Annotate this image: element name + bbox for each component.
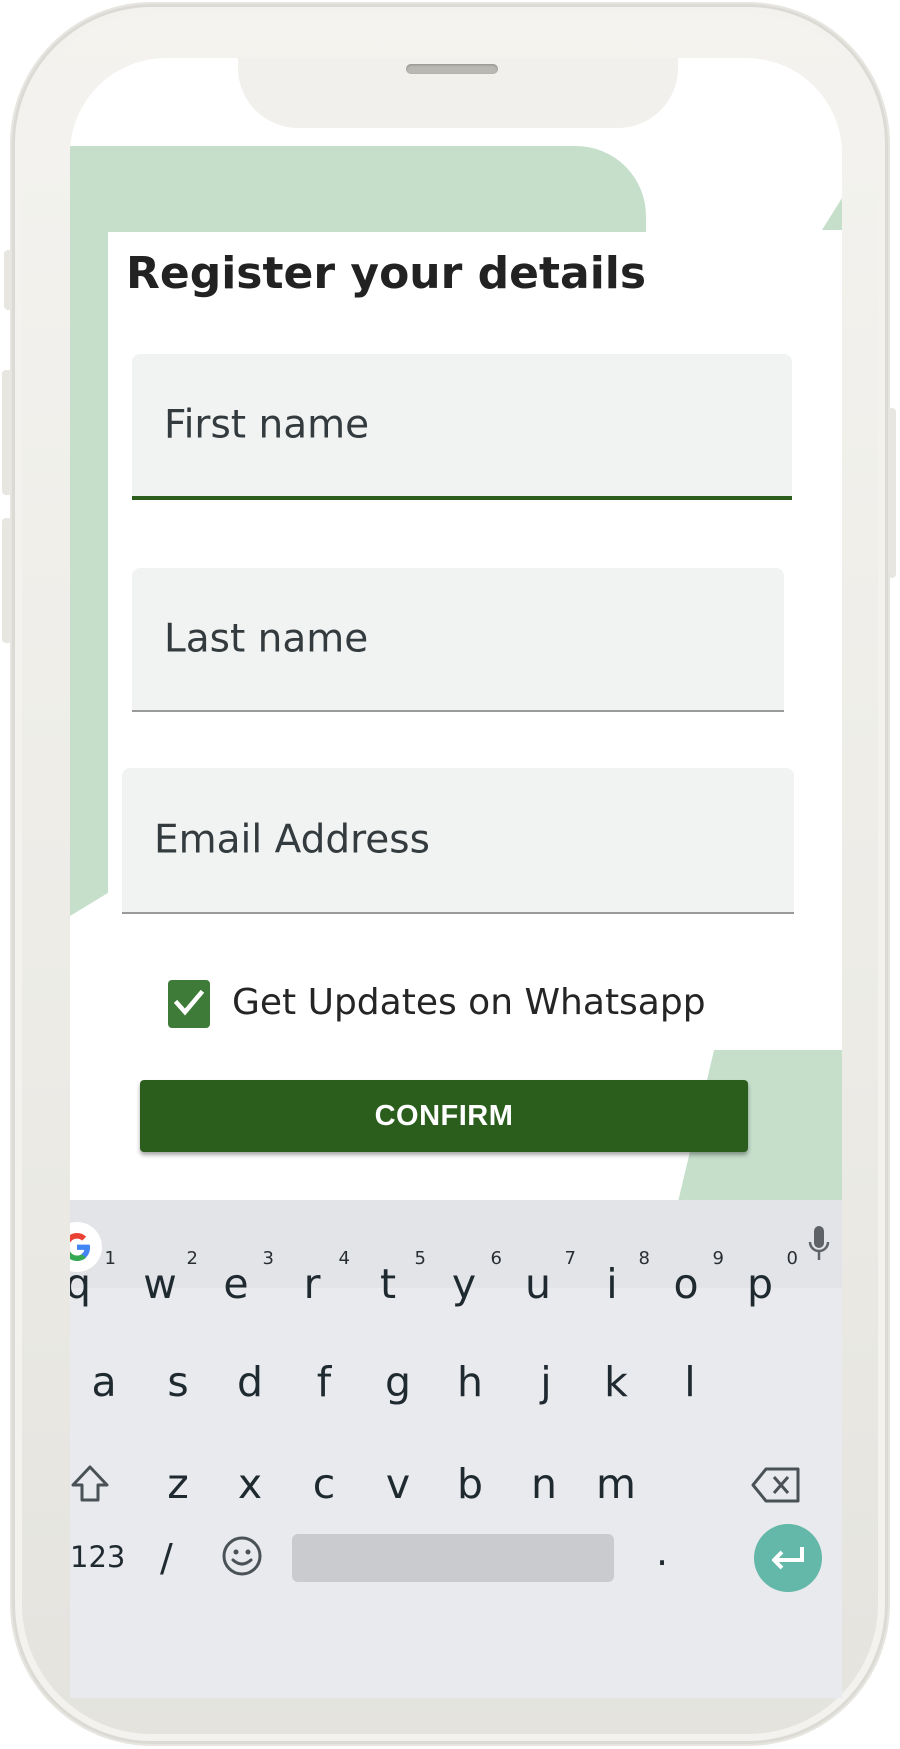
last-name-field[interactable]: Last name — [132, 568, 784, 712]
decor-shape-left — [70, 146, 108, 916]
key-q[interactable]: q1 — [70, 1248, 116, 1308]
key-g[interactable]: g — [368, 1358, 428, 1406]
key-h[interactable]: h — [440, 1358, 500, 1406]
key-b[interactable]: b — [440, 1460, 500, 1508]
side-button-power — [888, 408, 896, 578]
first-name-placeholder: First name — [164, 402, 370, 448]
key-d[interactable]: d — [220, 1358, 280, 1406]
emoji-icon[interactable] — [220, 1534, 264, 1578]
first-name-field[interactable]: First name — [132, 354, 792, 500]
mic-icon[interactable] — [808, 1224, 830, 1264]
side-button-mute — [4, 250, 12, 310]
email-field[interactable]: Email Address — [122, 768, 794, 914]
confirm-button[interactable]: CONFIRM — [140, 1080, 748, 1152]
key-f[interactable]: f — [294, 1358, 354, 1406]
key-n[interactable]: n — [514, 1460, 574, 1508]
key-y[interactable]: y6 — [434, 1248, 502, 1308]
period-key[interactable]: . — [656, 1530, 668, 1574]
enter-key[interactable] — [754, 1524, 822, 1592]
phone-screen: Register your details First name Last na… — [70, 58, 842, 1698]
decor-shape-corner — [822, 198, 842, 230]
side-button-volume-down — [2, 518, 12, 643]
key-k[interactable]: k — [586, 1358, 646, 1406]
enter-icon — [772, 1547, 804, 1570]
speaker-grille — [406, 64, 498, 74]
side-button-volume-up — [2, 370, 12, 495]
key-c[interactable]: c — [294, 1460, 354, 1508]
whatsapp-checkbox[interactable] — [168, 980, 210, 1028]
key-e[interactable]: e3 — [206, 1248, 274, 1308]
key-p[interactable]: p0 — [730, 1248, 798, 1308]
key-v[interactable]: v — [368, 1460, 428, 1508]
key-s[interactable]: s — [148, 1358, 208, 1406]
key-j[interactable]: j — [516, 1358, 576, 1406]
key-u[interactable]: u7 — [508, 1248, 576, 1308]
slash-key[interactable]: / — [160, 1536, 173, 1580]
key-t[interactable]: t5 — [358, 1248, 426, 1308]
last-name-placeholder: Last name — [164, 616, 369, 662]
key-i[interactable]: i8 — [582, 1248, 650, 1308]
key-w[interactable]: w2 — [130, 1248, 198, 1308]
key-x[interactable]: x — [220, 1460, 280, 1508]
key-r[interactable]: r4 — [282, 1248, 350, 1308]
key-m[interactable]: m — [586, 1460, 646, 1508]
decor-shape-top — [70, 146, 646, 232]
shift-icon[interactable] — [70, 1464, 110, 1504]
whatsapp-label[interactable]: Get Updates on Whatsapp — [232, 982, 706, 1023]
backspace-icon[interactable] — [750, 1466, 802, 1504]
key-o[interactable]: o9 — [656, 1248, 724, 1308]
checkmark-icon — [173, 989, 205, 1016]
page-title: Register your details — [126, 248, 647, 299]
numbers-key[interactable]: 123 — [70, 1540, 125, 1574]
email-placeholder: Email Address — [154, 817, 430, 863]
key-l[interactable]: l — [660, 1358, 720, 1406]
key-a[interactable]: a — [74, 1358, 134, 1406]
key-z[interactable]: z — [148, 1460, 208, 1508]
space-bar[interactable] — [292, 1534, 614, 1582]
